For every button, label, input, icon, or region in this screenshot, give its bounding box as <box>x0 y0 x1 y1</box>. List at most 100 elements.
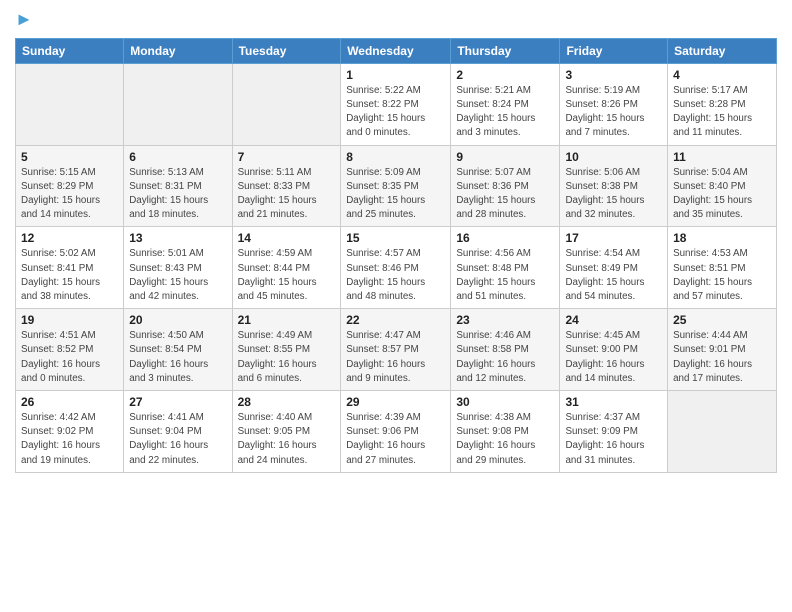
day-number: 11 <box>673 150 771 164</box>
day-info: Sunrise: 4:41 AM Sunset: 9:04 PM Dayligh… <box>129 411 226 468</box>
calendar-week-1: 1Sunrise: 5:22 AM Sunset: 8:22 PM Daylig… <box>16 63 777 145</box>
calendar-cell: 19 Sunrise: 4:51 AM Sunset: 8:52 PM Dayli… <box>16 309 124 391</box>
day-info: Sunrise: 4:42 AM Sunset: 9:02 PM Dayligh… <box>21 411 118 468</box>
day-number: 21 <box>238 313 336 327</box>
day-info: Sunrise: 5:09 AM Sunset: 8:35 PM Dayligh… <box>346 166 445 223</box>
calendar-cell: 7 Sunrise: 5:11 AM Sunset: 8:33 PM Daylig… <box>232 145 341 227</box>
calendar-cell: 28Sunrise: 4:40 AM Sunset: 9:05 PM Dayli… <box>232 391 341 473</box>
calendar-cell: 21 Sunrise: 4:49 AM Sunset: 8:55 PM Dayli… <box>232 309 341 391</box>
calendar-cell: 1Sunrise: 5:22 AM Sunset: 8:22 PM Daylig… <box>341 63 451 145</box>
day-info: Sunrise: 5:15 AM Sunset: 8:29 PM Dayligh… <box>21 166 118 223</box>
calendar-cell: 23 Sunrise: 4:46 AM Sunset: 8:58 PM Dayli… <box>451 309 560 391</box>
day-info: Sunrise: 5:06 AM Sunset: 8:38 PM Dayligh… <box>565 166 662 223</box>
calendar-cell: 17Sunrise: 4:54 AM Sunset: 8:49 PM Dayli… <box>560 227 668 309</box>
calendar-cell: 22Sunrise: 4:47 AM Sunset: 8:57 PM Dayli… <box>341 309 451 391</box>
calendar-cell: 10 Sunrise: 5:06 AM Sunset: 8:38 PM Dayli… <box>560 145 668 227</box>
day-number: 19 <box>21 313 118 327</box>
calendar-weekday-monday: Monday <box>124 38 232 63</box>
day-number: 31 <box>565 395 662 409</box>
calendar-weekday-saturday: Saturday <box>668 38 777 63</box>
calendar-week-2: 5 Sunrise: 5:15 AM Sunset: 8:29 PM Daylig… <box>16 145 777 227</box>
day-info: Sunrise: 4:38 AM Sunset: 9:08 PM Dayligh… <box>456 411 554 468</box>
logo: ► <box>15 10 33 30</box>
calendar: SundayMondayTuesdayWednesdayThursdayFrid… <box>15 38 777 473</box>
day-info: Sunrise: 4:57 AM Sunset: 8:46 PM Dayligh… <box>346 247 445 304</box>
day-info: Sunrise: 4:39 AM Sunset: 9:06 PM Dayligh… <box>346 411 445 468</box>
day-number: 10 <box>565 150 662 164</box>
calendar-week-4: 19 Sunrise: 4:51 AM Sunset: 8:52 PM Dayli… <box>16 309 777 391</box>
day-number: 23 <box>456 313 554 327</box>
day-info: Sunrise: 5:04 AM Sunset: 8:40 PM Dayligh… <box>673 166 771 223</box>
calendar-cell: 20 Sunrise: 4:50 AM Sunset: 8:54 PM Dayli… <box>124 309 232 391</box>
calendar-weekday-wednesday: Wednesday <box>341 38 451 63</box>
calendar-cell: 30 Sunrise: 4:38 AM Sunset: 9:08 PM Dayli… <box>451 391 560 473</box>
day-number: 16 <box>456 231 554 245</box>
calendar-cell: 8 Sunrise: 5:09 AM Sunset: 8:35 PM Daylig… <box>341 145 451 227</box>
calendar-cell <box>232 63 341 145</box>
day-info: Sunrise: 5:21 AM Sunset: 8:24 PM Dayligh… <box>456 84 554 141</box>
calendar-cell <box>124 63 232 145</box>
day-number: 4 <box>673 68 771 82</box>
calendar-cell <box>16 63 124 145</box>
calendar-cell: 16 Sunrise: 4:56 AM Sunset: 8:48 PM Dayli… <box>451 227 560 309</box>
calendar-cell: 25 Sunrise: 4:44 AM Sunset: 9:01 PM Dayli… <box>668 309 777 391</box>
calendar-week-3: 12 Sunrise: 5:02 AM Sunset: 8:41 PM Dayli… <box>16 227 777 309</box>
day-info: Sunrise: 4:46 AM Sunset: 8:58 PM Dayligh… <box>456 329 554 386</box>
calendar-cell: 9Sunrise: 5:07 AM Sunset: 8:36 PM Daylig… <box>451 145 560 227</box>
day-info: Sunrise: 5:11 AM Sunset: 8:33 PM Dayligh… <box>238 166 336 223</box>
calendar-weekday-thursday: Thursday <box>451 38 560 63</box>
calendar-cell: 31 Sunrise: 4:37 AM Sunset: 9:09 PM Dayli… <box>560 391 668 473</box>
day-info: Sunrise: 5:01 AM Sunset: 8:43 PM Dayligh… <box>129 247 226 304</box>
day-number: 3 <box>565 68 662 82</box>
calendar-cell: 4 Sunrise: 5:17 AM Sunset: 8:28 PM Daylig… <box>668 63 777 145</box>
day-info: Sunrise: 4:44 AM Sunset: 9:01 PM Dayligh… <box>673 329 771 386</box>
day-number: 30 <box>456 395 554 409</box>
day-info: Sunrise: 4:37 AM Sunset: 9:09 PM Dayligh… <box>565 411 662 468</box>
calendar-week-5: 26Sunrise: 4:42 AM Sunset: 9:02 PM Dayli… <box>16 391 777 473</box>
day-info: Sunrise: 4:50 AM Sunset: 8:54 PM Dayligh… <box>129 329 226 386</box>
calendar-cell: 11 Sunrise: 5:04 AM Sunset: 8:40 PM Dayli… <box>668 145 777 227</box>
calendar-weekday-friday: Friday <box>560 38 668 63</box>
day-info: Sunrise: 5:07 AM Sunset: 8:36 PM Dayligh… <box>456 166 554 223</box>
calendar-header-row: SundayMondayTuesdayWednesdayThursdayFrid… <box>16 38 777 63</box>
logo-text: ► <box>15 10 33 30</box>
page: ► SundayMondayTuesdayWednesdayThursdayFr… <box>0 0 792 483</box>
day-info: Sunrise: 5:13 AM Sunset: 8:31 PM Dayligh… <box>129 166 226 223</box>
day-number: 28 <box>238 395 336 409</box>
calendar-weekday-tuesday: Tuesday <box>232 38 341 63</box>
day-info: Sunrise: 4:49 AM Sunset: 8:55 PM Dayligh… <box>238 329 336 386</box>
day-number: 8 <box>346 150 445 164</box>
day-number: 20 <box>129 313 226 327</box>
day-info: Sunrise: 5:22 AM Sunset: 8:22 PM Dayligh… <box>346 84 445 141</box>
calendar-cell: 6Sunrise: 5:13 AM Sunset: 8:31 PM Daylig… <box>124 145 232 227</box>
day-number: 14 <box>238 231 336 245</box>
day-number: 25 <box>673 313 771 327</box>
day-info: Sunrise: 4:51 AM Sunset: 8:52 PM Dayligh… <box>21 329 118 386</box>
day-number: 29 <box>346 395 445 409</box>
calendar-cell: 3 Sunrise: 5:19 AM Sunset: 8:26 PM Daylig… <box>560 63 668 145</box>
day-number: 18 <box>673 231 771 245</box>
header: ► <box>15 10 777 30</box>
day-info: Sunrise: 5:17 AM Sunset: 8:28 PM Dayligh… <box>673 84 771 141</box>
calendar-cell: 29 Sunrise: 4:39 AM Sunset: 9:06 PM Dayli… <box>341 391 451 473</box>
day-number: 22 <box>346 313 445 327</box>
day-info: Sunrise: 5:19 AM Sunset: 8:26 PM Dayligh… <box>565 84 662 141</box>
calendar-cell: 15 Sunrise: 4:57 AM Sunset: 8:46 PM Dayli… <box>341 227 451 309</box>
day-info: Sunrise: 5:02 AM Sunset: 8:41 PM Dayligh… <box>21 247 118 304</box>
day-info: Sunrise: 4:54 AM Sunset: 8:49 PM Dayligh… <box>565 247 662 304</box>
calendar-cell: 5 Sunrise: 5:15 AM Sunset: 8:29 PM Daylig… <box>16 145 124 227</box>
calendar-cell: 12 Sunrise: 5:02 AM Sunset: 8:41 PM Dayli… <box>16 227 124 309</box>
day-number: 15 <box>346 231 445 245</box>
day-number: 13 <box>129 231 226 245</box>
day-info: Sunrise: 4:45 AM Sunset: 9:00 PM Dayligh… <box>565 329 662 386</box>
day-number: 5 <box>21 150 118 164</box>
calendar-cell: 26Sunrise: 4:42 AM Sunset: 9:02 PM Dayli… <box>16 391 124 473</box>
day-number: 7 <box>238 150 336 164</box>
day-info: Sunrise: 4:53 AM Sunset: 8:51 PM Dayligh… <box>673 247 771 304</box>
day-number: 24 <box>565 313 662 327</box>
day-number: 12 <box>21 231 118 245</box>
day-info: Sunrise: 4:56 AM Sunset: 8:48 PM Dayligh… <box>456 247 554 304</box>
calendar-cell: 27 Sunrise: 4:41 AM Sunset: 9:04 PM Dayli… <box>124 391 232 473</box>
day-info: Sunrise: 4:59 AM Sunset: 8:44 PM Dayligh… <box>238 247 336 304</box>
day-number: 27 <box>129 395 226 409</box>
